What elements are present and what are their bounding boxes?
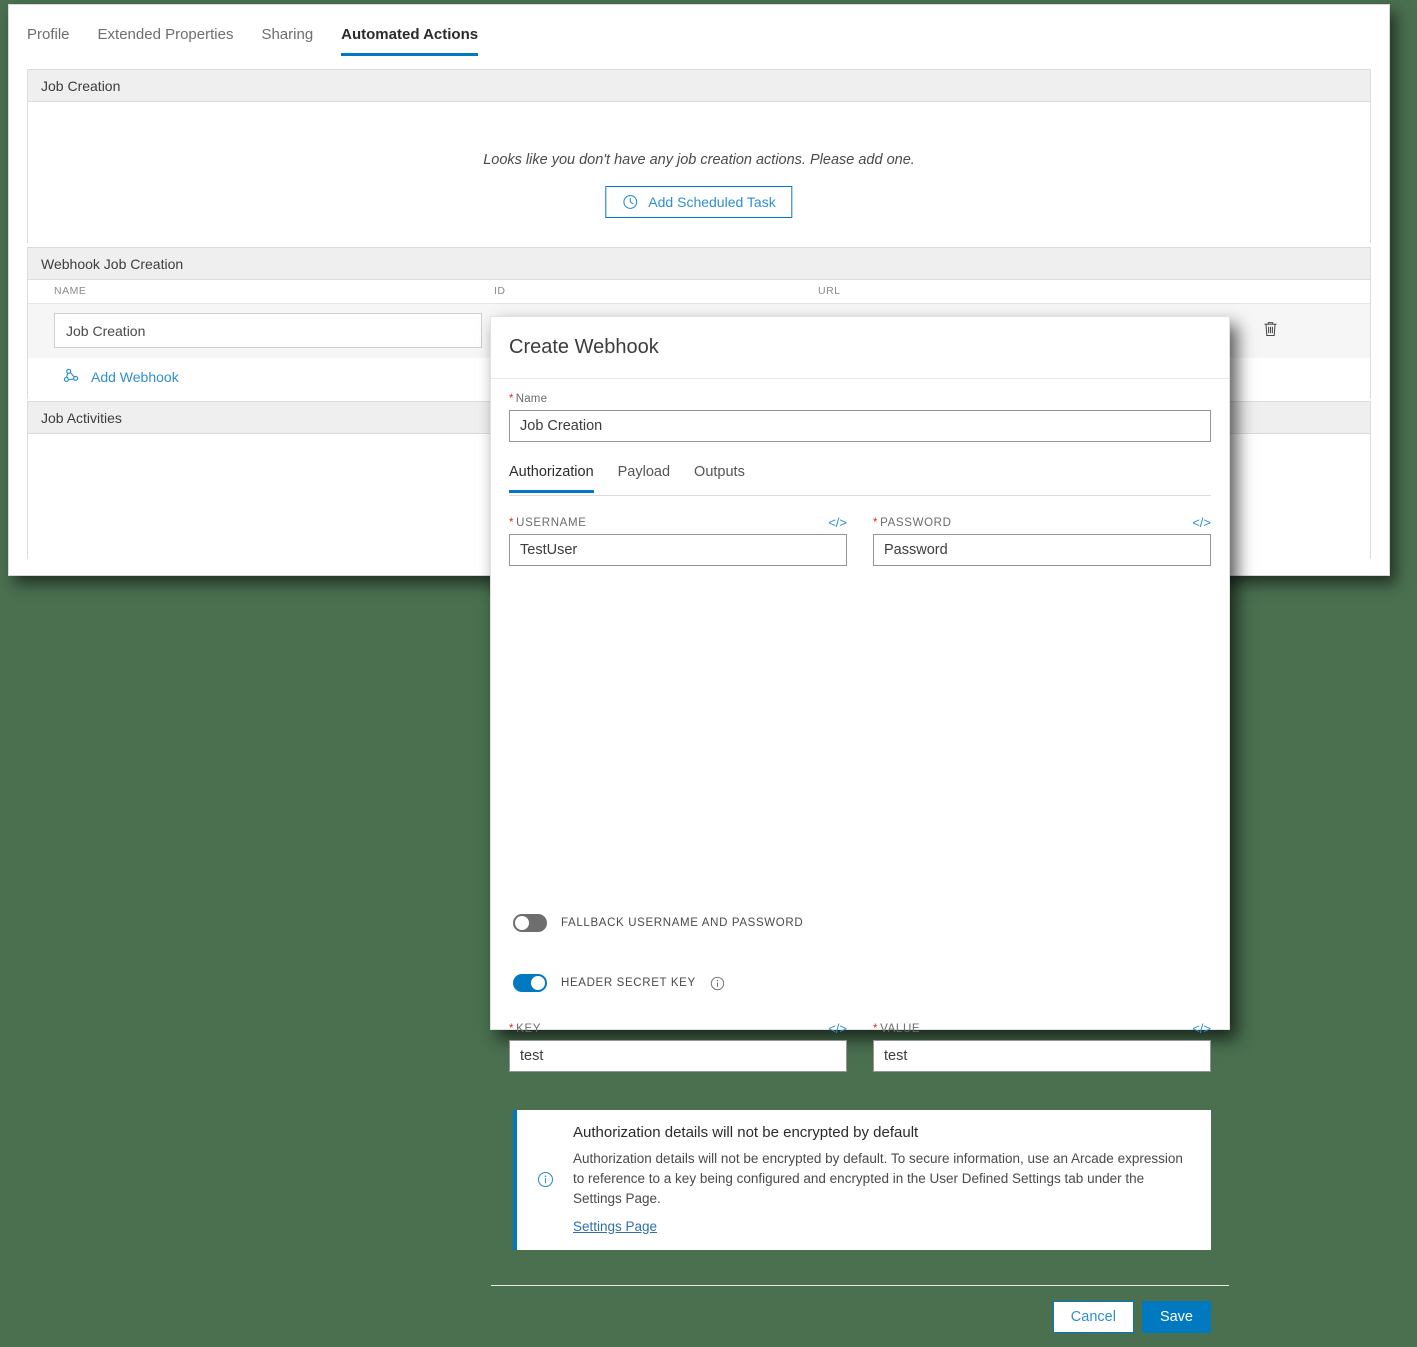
callout-title: Authorization details will not be encryp… — [573, 1124, 1187, 1141]
add-scheduled-task-label: Add Scheduled Task — [648, 194, 775, 210]
key-value-row: *KEY </> *VALUE </> — [509, 1022, 1211, 1072]
code-expression-icon[interactable]: </> — [828, 1022, 847, 1035]
add-scheduled-task-button[interactable]: Add Scheduled Task — [605, 186, 792, 218]
header-secret-key-toggle[interactable] — [513, 974, 547, 992]
job-creation-panel-body: Looks like you don't have any job creati… — [28, 102, 1370, 243]
dialog-title: Create Webhook — [509, 336, 659, 359]
required-asterisk: * — [509, 1023, 514, 1035]
dialog-tab-bar: Authorization Payload Outputs — [509, 463, 1211, 496]
header-secret-key-toggle-row: HEADER SECRET KEY — [513, 974, 725, 992]
code-expression-icon[interactable]: </> — [828, 516, 847, 529]
value-field-group: *VALUE </> — [873, 1022, 1211, 1072]
clock-icon — [622, 194, 638, 210]
save-button[interactable]: Save — [1142, 1301, 1211, 1333]
trash-icon — [1262, 320, 1279, 343]
dialog-footer: Cancel Save — [491, 1285, 1229, 1347]
value-label: *VALUE — [873, 1023, 920, 1035]
info-circle-icon[interactable] — [710, 976, 725, 991]
username-input[interactable] — [509, 534, 847, 566]
main-tab-bar: Profile Extended Properties Sharing Auto… — [9, 25, 1389, 63]
key-field-group: *KEY </> — [509, 1022, 847, 1072]
column-header-name: NAME — [54, 285, 86, 297]
add-webhook-link[interactable]: Add Webhook — [63, 367, 179, 387]
delete-webhook-button[interactable] — [1256, 317, 1284, 345]
credentials-row: *USERNAME </> *PASSWORD </> — [509, 516, 1211, 566]
required-asterisk: * — [873, 517, 878, 529]
required-asterisk: * — [509, 517, 514, 529]
create-webhook-dialog: Create Webhook *Name Authorization Paylo… — [490, 316, 1230, 1030]
webhook-panel-header: Webhook Job Creation — [28, 248, 1370, 280]
webhook-icon — [63, 367, 80, 387]
add-webhook-label: Add Webhook — [91, 369, 179, 385]
settings-page-link[interactable]: Settings Page — [573, 1219, 657, 1234]
callout-body: Authorization details will not be encryp… — [573, 1149, 1187, 1209]
key-label: *KEY — [509, 1023, 541, 1035]
cancel-button[interactable]: Cancel — [1053, 1301, 1134, 1333]
name-field-label: *Name — [509, 393, 1211, 405]
value-input[interactable] — [873, 1040, 1211, 1072]
dialog-header: Create Webhook — [491, 317, 1229, 379]
dialog-tab-outputs[interactable]: Outputs — [694, 463, 745, 493]
tab-extended-properties[interactable]: Extended Properties — [98, 25, 234, 56]
username-label: *USERNAME — [509, 517, 587, 529]
fallback-username-password-toggle[interactable] — [513, 914, 547, 932]
column-header-url: URL — [818, 285, 841, 297]
job-creation-panel: Job Creation Looks like you don't have a… — [27, 69, 1371, 243]
password-label: *PASSWORD — [873, 517, 952, 529]
tab-automated-actions[interactable]: Automated Actions — [341, 25, 478, 56]
code-expression-icon[interactable]: </> — [1192, 1022, 1211, 1035]
job-creation-panel-header: Job Creation — [28, 70, 1370, 102]
fallback-toggle-row: FALLBACK USERNAME AND PASSWORD — [513, 914, 803, 932]
dialog-tab-authorization[interactable]: Authorization — [509, 463, 594, 493]
job-creation-empty-message: Looks like you don't have any job creati… — [28, 152, 1370, 168]
password-field-group: *PASSWORD </> — [873, 516, 1211, 566]
header-secret-key-label: HEADER SECRET KEY — [561, 977, 696, 989]
name-input[interactable] — [509, 410, 1211, 442]
code-expression-icon[interactable]: </> — [1192, 516, 1211, 529]
password-input[interactable] — [873, 534, 1211, 566]
tab-profile[interactable]: Profile — [27, 25, 70, 56]
encryption-warning-callout: Authorization details will not be encryp… — [513, 1110, 1211, 1250]
tab-sharing[interactable]: Sharing — [261, 25, 313, 56]
column-header-id: ID — [494, 285, 506, 297]
webhook-name-input[interactable] — [54, 313, 482, 348]
fallback-toggle-label: FALLBACK USERNAME AND PASSWORD — [561, 917, 803, 929]
required-asterisk: * — [509, 393, 514, 405]
key-input[interactable] — [509, 1040, 847, 1072]
required-asterisk: * — [873, 1023, 878, 1035]
webhook-column-headers: NAME ID URL — [28, 280, 1370, 304]
dialog-tab-payload[interactable]: Payload — [618, 463, 670, 493]
info-circle-icon — [517, 1124, 573, 1236]
username-field-group: *USERNAME </> — [509, 516, 847, 566]
dialog-name-field-group: *Name — [509, 393, 1211, 442]
